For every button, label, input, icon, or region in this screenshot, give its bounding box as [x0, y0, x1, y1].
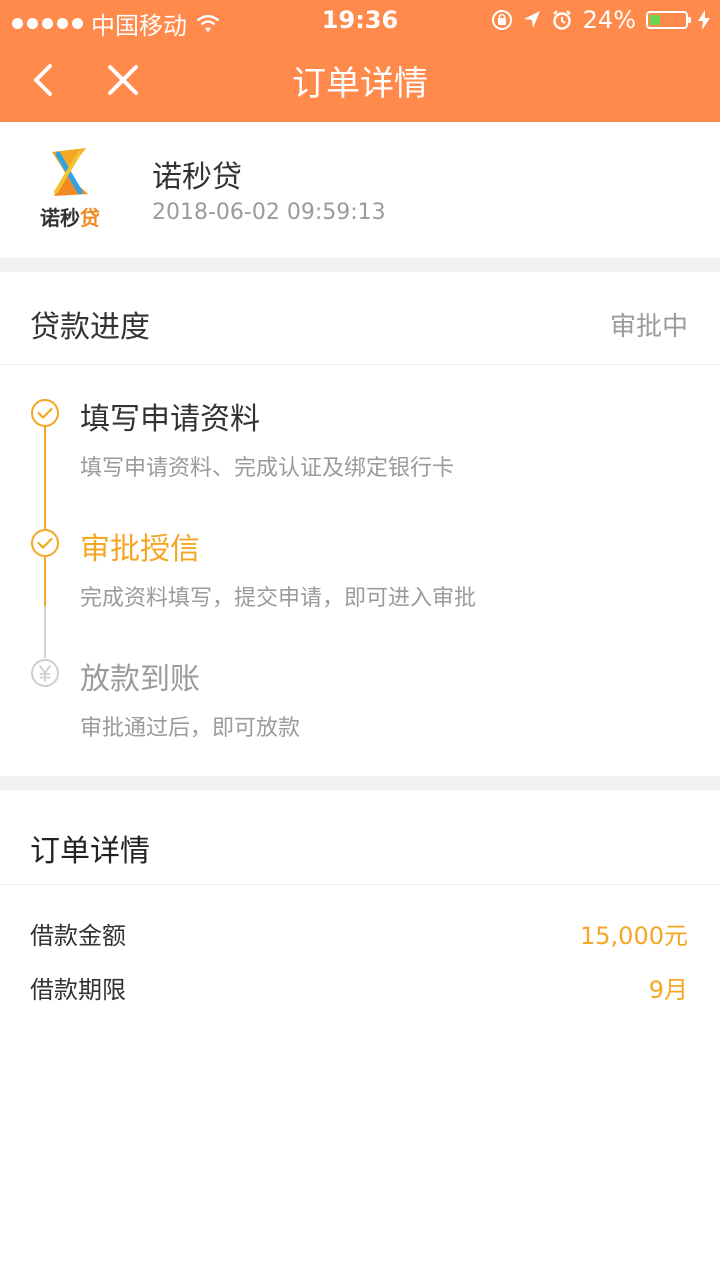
merchant-name: 诺秒贷 [152, 160, 242, 195]
merchant-card: 诺秒贷 诺秒贷 2018-06-02 09:59:13 [0, 122, 720, 258]
loan-status-text: 审批中 [609, 312, 688, 342]
order-detail-label: 订单详情 [30, 834, 150, 869]
status-right: 24% [491, 6, 710, 34]
yen-circle-icon [31, 659, 59, 687]
step-description: 审批通过后，即可放款 [80, 716, 301, 741]
step-title: 放款到账 [80, 662, 200, 697]
step-description: 完成资料填写，提交申请，即可进入审批 [80, 586, 477, 611]
battery-icon [646, 11, 691, 29]
row-value: 15,000元 [580, 922, 688, 950]
nav-bar: 订单详情 [0, 40, 720, 122]
charging-bolt-icon [698, 10, 710, 30]
row-key: 借款金额 [30, 922, 126, 950]
alarm-icon [552, 10, 571, 30]
order-datetime: 2018-06-02 09:59:13 [152, 200, 386, 225]
loan-progress-label: 贷款进度 [30, 310, 150, 345]
section-divider [0, 258, 720, 272]
step-description: 填写申请资料、完成认证及绑定银行卡 [80, 456, 455, 481]
check-circle-icon [31, 529, 59, 557]
logo-text: 诺秒贷 [28, 202, 112, 231]
section-divider [0, 776, 720, 790]
orientation-lock-icon [491, 10, 512, 30]
step-connector-line [44, 556, 46, 606]
battery-percentage: 24% [582, 6, 636, 34]
hourglass-logo-icon [52, 148, 88, 196]
order-row-term: 借款期限 9月 [0, 970, 720, 1010]
row-value: 9月 [648, 976, 688, 1004]
step-connector-line [44, 606, 46, 658]
logo-text-accent: 贷 [80, 206, 100, 230]
location-arrow-icon [523, 11, 540, 28]
top-bar: 中国移动 19:36 24% 订单详情 [0, 0, 720, 122]
order-detail-header: 订单详情 [0, 792, 720, 885]
row-key: 借款期限 [30, 976, 126, 1004]
order-detail-section: 订单详情 借款金额 15,000元 借款期限 9月 [0, 792, 720, 1280]
logo-text-main: 诺秒 [40, 206, 80, 230]
progress-steps: 填写申请资料 填写申请资料、完成认证及绑定银行卡 审批授信 完成资料填写，提交申… [0, 364, 720, 774]
status-bar: 中国移动 19:36 24% [0, 0, 720, 40]
step-title: 审批授信 [80, 532, 200, 567]
check-circle-icon [31, 399, 59, 427]
step-title: 填写申请资料 [80, 402, 260, 437]
loan-progress-section: 贷款进度 审批中 填写申请资料 填写申请资料、完成认证及绑定银行卡 审批授信 完… [0, 272, 720, 776]
merchant-logo: 诺秒贷 [28, 146, 112, 230]
order-row-amount: 借款金额 15,000元 [0, 916, 720, 956]
loan-progress-header: 贷款进度 审批中 [0, 272, 720, 365]
page-title: 订单详情 [292, 64, 428, 104]
step-connector-line [44, 426, 46, 544]
